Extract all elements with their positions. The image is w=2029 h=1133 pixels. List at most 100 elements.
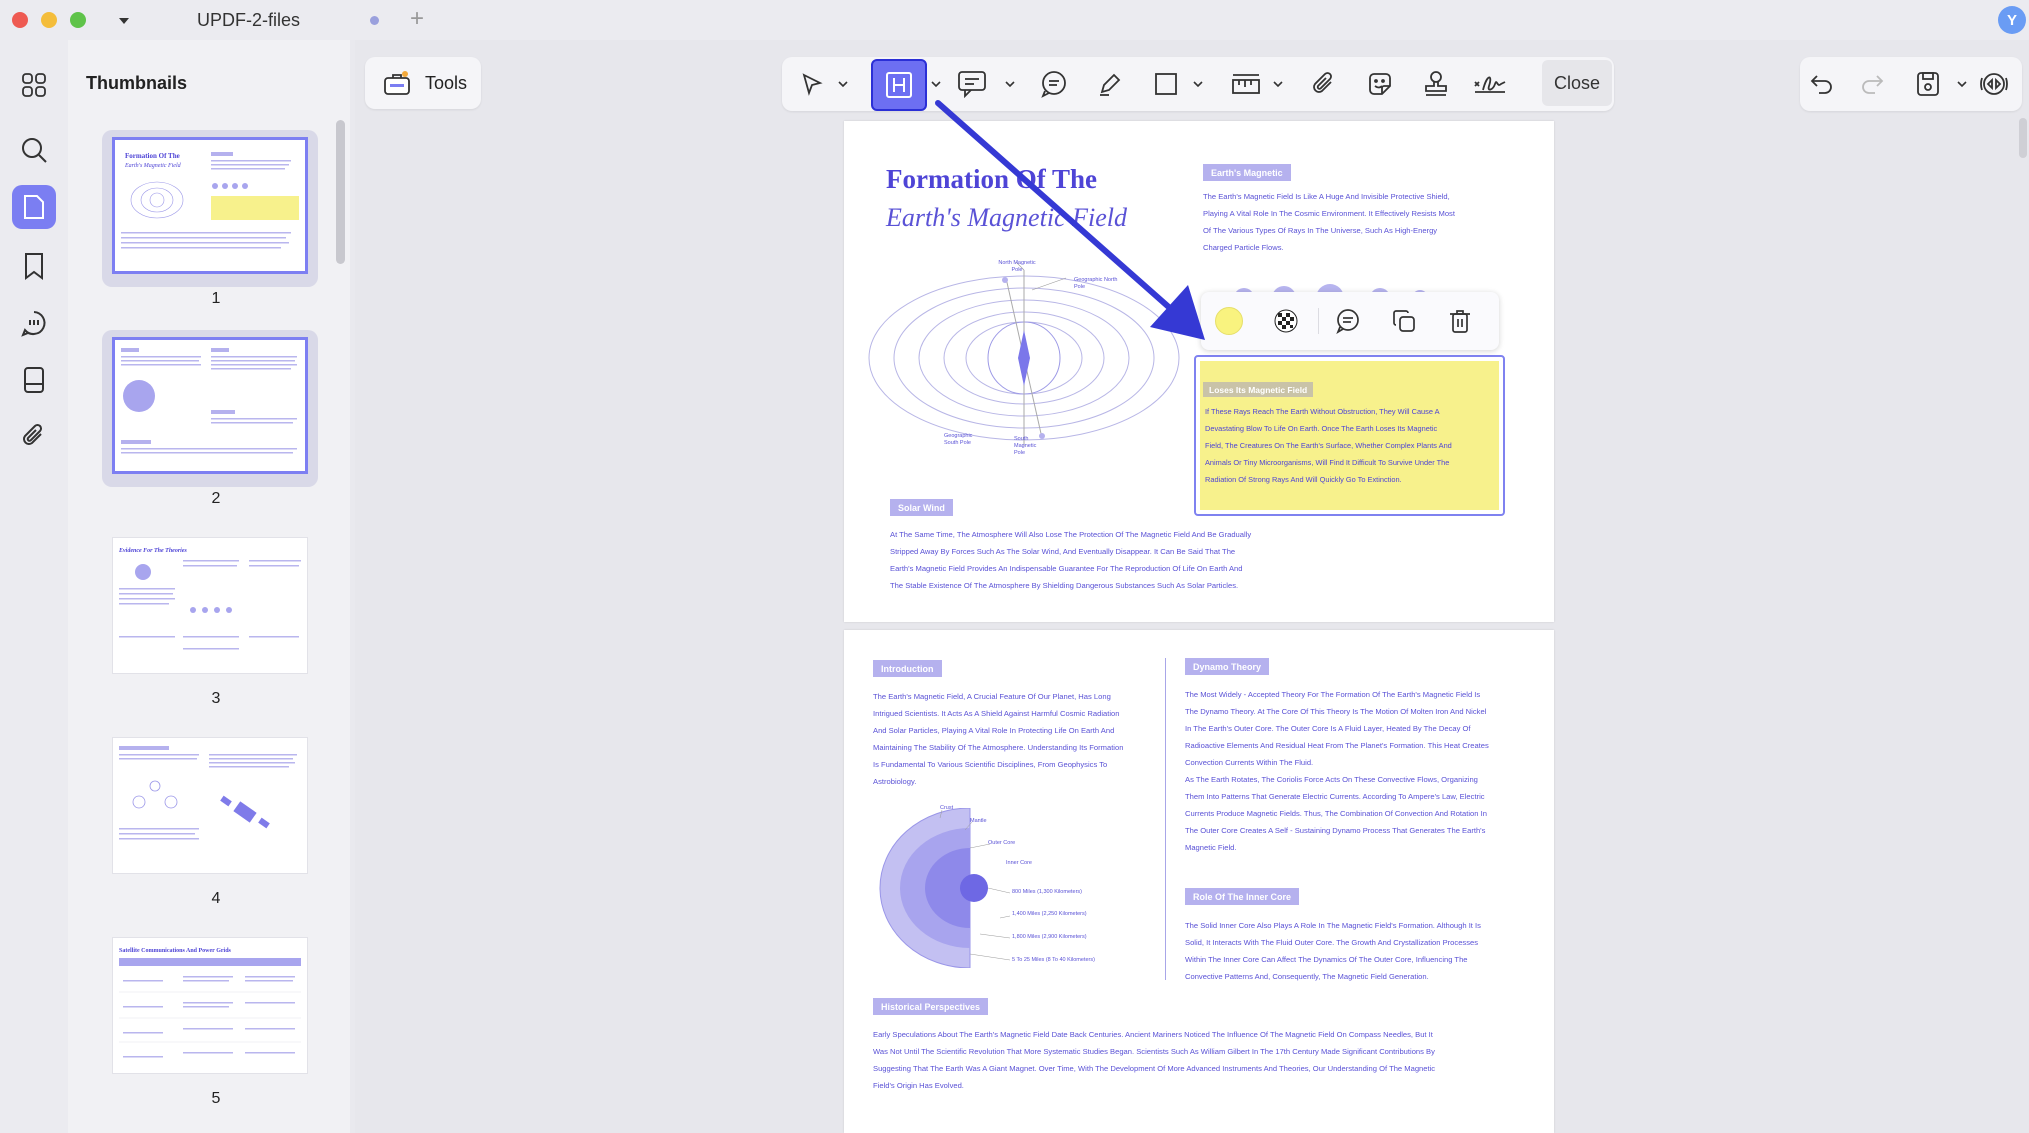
trash-icon — [1450, 310, 1470, 333]
tab-menu-chevron-icon[interactable] — [118, 13, 130, 31]
note-icon — [1041, 71, 1066, 98]
title-bar: UPDF-2-files + Y — [0, 0, 2029, 40]
opacity-button[interactable] — [1271, 306, 1301, 336]
copy-icon — [1393, 310, 1415, 332]
rail-search-button[interactable] — [12, 128, 56, 172]
redo-button[interactable] — [1854, 66, 1890, 102]
close-comment-mode-button[interactable]: Close — [1542, 60, 1612, 106]
introduction-paragraph: The Earth's Magnetic Field, A Crucial Fe… — [873, 692, 1124, 786]
undo-icon — [1810, 75, 1832, 94]
sticker-tool-button[interactable] — [1362, 66, 1398, 102]
unsaved-dot-icon — [370, 16, 379, 25]
add-note-button[interactable] — [1333, 306, 1363, 336]
core-depth-label: 800 Miles (1,300 Kilometers) — [1012, 889, 1083, 895]
section-tag-historical-perspectives: Historical Perspectives — [873, 998, 989, 1015]
thumbnail-page-5[interactable]: Satellite Communications And Power Grids — [112, 937, 308, 1074]
undo-button[interactable] — [1804, 66, 1840, 102]
core-label-inner-core: Inner Core — [1006, 860, 1032, 866]
document-tab[interactable]: UPDF-2-files — [197, 10, 300, 31]
column-divider — [1165, 658, 1166, 980]
popup-divider — [1318, 308, 1319, 334]
paperclip-icon — [1313, 72, 1332, 93]
chevron-down-icon[interactable] — [930, 79, 942, 89]
core-label-mantle: Mantle — [970, 818, 987, 824]
svg-text:Earth's Magnetic Field: Earth's Magnetic Field — [124, 163, 182, 169]
rail-attachments-button[interactable] — [12, 414, 56, 458]
chevron-down-icon[interactable] — [1272, 79, 1284, 89]
history-paragraph: Early Speculations About The Earth's Mag… — [873, 1030, 1436, 1090]
diagram-label-south-geographic: Geographic South Pole — [944, 433, 973, 446]
thumbnail-page-3[interactable]: Evidence For The Theories — [112, 537, 308, 674]
user-avatar[interactable]: Y — [1998, 6, 2026, 34]
attachment-tool-button[interactable] — [1306, 66, 1342, 102]
sticker-icon — [1369, 73, 1391, 95]
chevron-down-icon[interactable] — [1004, 79, 1016, 89]
close-window-button[interactable] — [12, 12, 28, 28]
thumbnails-panel: Thumbnails Formation Of The Earth's Magn… — [68, 40, 350, 1133]
text-comment-icon — [958, 71, 986, 98]
diagram-label-south-magnetic: South Magnetic Pole — [1014, 436, 1037, 456]
stamp-icon — [1425, 71, 1447, 96]
select-tool-button[interactable] — [794, 66, 830, 102]
rail-pages-button[interactable] — [12, 185, 56, 229]
grid-icon — [22, 73, 46, 97]
core-label-outer-core: Outer Core — [988, 840, 1016, 846]
tools-button-label: Tools — [425, 72, 468, 93]
save-icon — [1917, 72, 1939, 96]
pencil-icon — [1100, 73, 1121, 96]
earth-core-diagram — [879, 808, 1011, 968]
search-icon — [22, 138, 47, 163]
canvas-scrollbar[interactable] — [2019, 118, 2027, 158]
opacity-checker-icon — [1274, 309, 1298, 333]
new-tab-plus-icon[interactable]: + — [410, 5, 424, 33]
tools-briefcase-icon — [384, 71, 410, 95]
thumbnail-page-1[interactable]: Formation Of The Earth's Magnetic Field — [112, 137, 308, 274]
minimize-window-button[interactable] — [41, 12, 57, 28]
chevron-down-icon[interactable] — [1956, 79, 1968, 89]
thumbnails-title: Thumbnails — [86, 73, 188, 93]
measure-tool-button[interactable] — [1228, 66, 1264, 102]
solar-wind-paragraph: At The Same Time, The Atmosphere Will Al… — [890, 530, 1252, 590]
section-tag-introduction: Introduction — [873, 660, 942, 677]
page-icon — [24, 195, 44, 219]
zoom-window-button[interactable] — [70, 12, 86, 28]
svg-text:Satellite Communications And P: Satellite Communications And Power Grids — [119, 948, 232, 954]
section-tag-loses-magnetic-field: Loses Its Magnetic Field — [1203, 382, 1314, 397]
comment-icon — [1336, 309, 1359, 334]
signature-icon — [1474, 76, 1506, 93]
chevron-down-icon[interactable] — [1192, 79, 1204, 89]
thumbnail-page-number: 4 — [211, 890, 221, 907]
section-tag-inner-core: Role Of The Inner Core — [1185, 888, 1300, 905]
rail-forms-button[interactable] — [12, 358, 56, 402]
rail-bookmark-button[interactable] — [12, 244, 56, 288]
thumbnail-page-2[interactable] — [112, 337, 308, 474]
thumbnail-page-number: 1 — [211, 290, 221, 307]
save-button[interactable] — [1910, 66, 1946, 102]
highlight-icon — [886, 72, 912, 98]
comment-icon — [21, 311, 46, 337]
thumbnail-page-4[interactable] — [112, 737, 308, 874]
redo-icon — [1862, 75, 1884, 94]
rail-comments-button[interactable] — [12, 301, 56, 345]
thumbnail-page-number: 2 — [211, 490, 221, 507]
tutorial-arrow — [935, 100, 1205, 340]
left-rail — [0, 40, 68, 1133]
chevron-down-icon[interactable] — [837, 79, 849, 89]
right-toolbar — [1800, 57, 2022, 111]
stamp-tool-button[interactable] — [1418, 66, 1454, 102]
ai-assistant-button[interactable] — [1976, 66, 2012, 102]
annotation-popup-toolbar — [1201, 292, 1499, 350]
svg-text:Formation Of The: Formation Of The — [125, 152, 180, 160]
core-depth-label: 5 To 25 Miles (8 To 40 Kilometers) — [1012, 957, 1095, 963]
tools-button[interactable]: Tools — [365, 57, 481, 109]
rail-grid-button[interactable] — [12, 63, 56, 107]
delete-button[interactable] — [1445, 306, 1475, 336]
section-tag-solar-wind: Solar Wind — [890, 499, 953, 516]
thumbnails-scrollbar[interactable] — [336, 120, 345, 264]
copy-button[interactable] — [1389, 306, 1419, 336]
section-tag-dynamo-theory: Dynamo Theory — [1185, 658, 1270, 675]
highlight-tool-button[interactable] — [871, 59, 927, 111]
signature-tool-button[interactable] — [1472, 66, 1508, 102]
dynamo-paragraph: The Most Widely - Accepted Theory For Th… — [1185, 690, 1489, 852]
form-icon — [24, 367, 44, 393]
